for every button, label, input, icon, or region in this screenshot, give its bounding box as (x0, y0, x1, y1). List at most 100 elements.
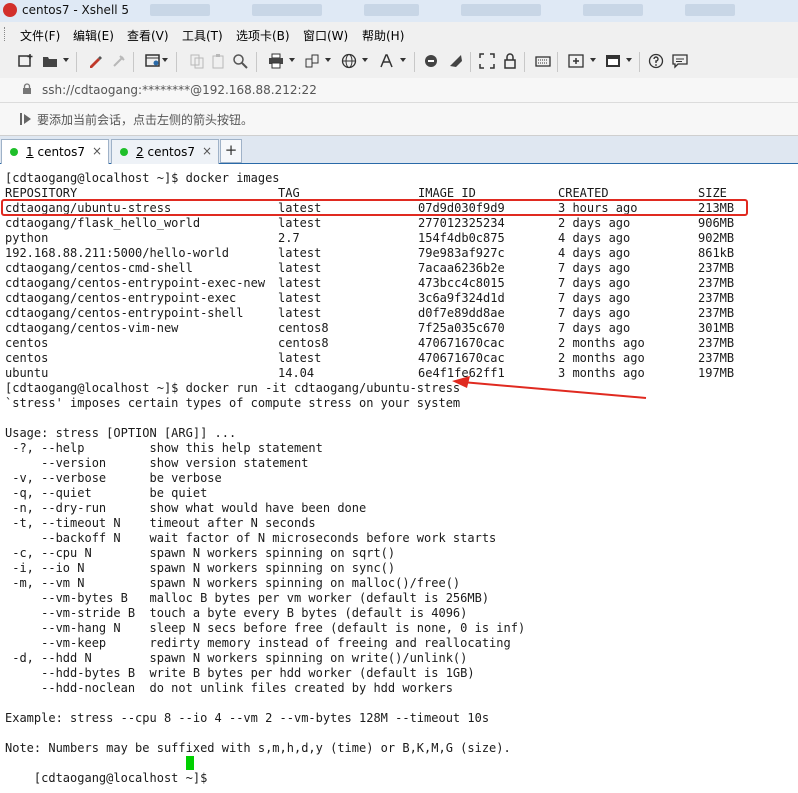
add-session-arrow-icon[interactable] (20, 112, 32, 126)
cell-image-id: 470671670cac (418, 351, 505, 365)
close-tab-icon[interactable]: × (92, 144, 102, 158)
highlight-annotation-box (1, 199, 748, 216)
cell-size: 237MB (698, 261, 735, 275)
properties-icon[interactable] (85, 51, 105, 71)
menu-bar: 文件(F) 编辑(E) 查看(V) 工具(T) 选项卡(B) 窗口(W) 帮助(… (0, 22, 798, 46)
cell-size: 237MB (698, 336, 735, 350)
output-line: --hdd-bytes B write B bytes per hdd work… (5, 666, 475, 680)
cell-size: 902MB (698, 231, 735, 245)
output-line: -q, --quiet be quiet (5, 486, 208, 500)
close-tab-icon[interactable]: × (202, 144, 212, 158)
terminal-prompt-line: [cdtaogang@localhost ~]$ (5, 756, 215, 785)
annotation-arrow (452, 376, 647, 399)
chat-icon[interactable] (670, 51, 690, 71)
image-row: cdtaogang/flask_hello_world latest 2770123… (5, 216, 785, 231)
xftp-icon[interactable] (446, 51, 466, 71)
tab-session-2[interactable]: 2 centos7 × (111, 139, 219, 164)
cell-size: 237MB (698, 291, 735, 305)
cell-tag: 2.7 (278, 231, 300, 245)
keyboard-icon[interactable] (533, 51, 553, 71)
output-line: `stress' imposes certain types of comput… (5, 396, 461, 410)
cell-tag: centos8 (278, 321, 329, 335)
copy-icon[interactable] (187, 51, 207, 71)
output-line: -v, --verbose be verbose (5, 471, 222, 485)
font-icon[interactable] (377, 51, 397, 71)
cell-image-id: 154f4db0c875 (418, 231, 505, 245)
image-row: centos centos8 470671670cac 2 months ago 237… (5, 336, 785, 351)
cell-created: 7 days ago (558, 291, 631, 305)
cell-repository: centos (5, 336, 49, 350)
find-icon[interactable] (230, 51, 250, 71)
output-line: -m, --vm N spawn N workers spinning on m… (5, 576, 461, 590)
disconnect-icon[interactable] (109, 51, 129, 71)
cell-created: 7 days ago (558, 321, 631, 335)
address-bar[interactable]: ssh://cdtaogang:********@192.168.88.212:… (0, 78, 798, 103)
lock-icon[interactable] (500, 51, 520, 71)
menu-help[interactable]: 帮助(H) (362, 27, 404, 44)
output-line: -i, --io N spawn N workers spinning on s… (5, 561, 396, 575)
cell-repository: 192.168.88.211:5000/hello-world (5, 246, 229, 260)
cell-repository: ubuntu (5, 366, 49, 380)
cell-image-id: 470671670cac (418, 336, 505, 350)
output-line: -d, --hdd N spawn N workers spinning on … (5, 651, 468, 665)
menu-tools[interactable]: 工具(T) (182, 27, 223, 44)
output-line: --version show version statement (5, 456, 309, 470)
cell-tag: latest (278, 351, 322, 365)
layout-icon[interactable] (603, 51, 623, 71)
cell-repository: cdtaogang/centos-cmd-shell (5, 261, 193, 275)
title-bar: centos7 - Xshell 5 (0, 0, 798, 23)
tab-session-1[interactable]: 1 centos7 × (1, 139, 109, 164)
output-line: --vm-keep redirty memory instead of free… (5, 636, 511, 650)
script-icon[interactable] (421, 51, 441, 71)
new-window-icon[interactable] (143, 51, 163, 71)
address-lock-icon (23, 83, 31, 94)
output-line: --vm-hang N sleep N secs before free (de… (5, 621, 526, 635)
paste-icon[interactable] (208, 51, 228, 71)
image-row: 192.168.88.211:5000/hello-world latest 79e… (5, 246, 785, 261)
output-line: --vm-bytes B malloc B bytes per vm worke… (5, 591, 490, 605)
cell-tag: latest (278, 216, 322, 230)
new-tab-button[interactable]: + (220, 139, 242, 163)
cell-size: 237MB (698, 351, 735, 365)
tab-number: 2 (136, 145, 144, 159)
image-row: python 2.7 154f4db0c875 4 days ago 902MB (5, 231, 785, 246)
output-line: -c, --cpu N spawn N workers spinning on … (5, 546, 396, 560)
cell-repository: cdtaogang/centos-vim-new (5, 321, 179, 335)
terminal-prompt-line: [cdtaogang@localhost ~]$ docker run -it … (5, 381, 461, 395)
fullscreen-icon[interactable] (477, 51, 497, 71)
cell-tag: latest (278, 291, 322, 305)
menu-view[interactable]: 查看(V) (127, 27, 169, 44)
cell-size: 237MB (698, 306, 735, 320)
add-tab-icon[interactable] (566, 51, 586, 71)
menu-edit[interactable]: 编辑(E) (73, 27, 114, 44)
output-line: -n, --dry-run show what would have been … (5, 501, 367, 515)
terminal-prompt-line: [cdtaogang@localhost ~]$ docker images (5, 171, 280, 185)
cell-image-id: 277012325234 (418, 216, 505, 230)
cell-size: 861kB (698, 246, 735, 260)
menu-file[interactable]: 文件(F) (20, 27, 60, 44)
output-line: --vm-stride B touch a byte every B bytes… (5, 606, 468, 620)
tab-number: 1 (26, 145, 34, 159)
help-icon[interactable] (646, 51, 666, 71)
image-row: cdtaogang/centos-entrypoint-shell latest d… (5, 306, 785, 321)
tab-label: centos7 (147, 145, 195, 159)
open-folder-icon[interactable] (40, 51, 60, 71)
image-row: cdtaogang/centos-entrypoint-exec latest 3c… (5, 291, 785, 306)
prompt-text: [cdtaogang@localhost ~]$ (33, 771, 215, 785)
globe-icon[interactable] (339, 51, 359, 71)
session-address: ssh://cdtaogang:********@192.168.88.212:… (42, 83, 317, 97)
terminal-area[interactable]: [cdtaogang@localhost ~]$ docker images R… (0, 164, 798, 793)
session-hint-bar: 要添加当前会话，点击左侧的箭头按钮。 (0, 103, 798, 136)
cell-created: 4 days ago (558, 246, 631, 260)
menu-tabs[interactable]: 选项卡(B) (236, 27, 290, 44)
cell-tag: latest (278, 246, 322, 260)
cell-size: 301MB (698, 321, 735, 335)
menu-window[interactable]: 窗口(W) (303, 27, 348, 44)
print-icon[interactable] (266, 51, 286, 71)
cell-repository: centos (5, 351, 49, 365)
new-session-icon[interactable] (16, 51, 36, 71)
transfer-icon[interactable] (302, 51, 322, 71)
cell-size: 237MB (698, 276, 735, 290)
cell-repository: cdtaogang/centos-entrypoint-shell (5, 306, 244, 320)
cell-size: 906MB (698, 216, 735, 230)
